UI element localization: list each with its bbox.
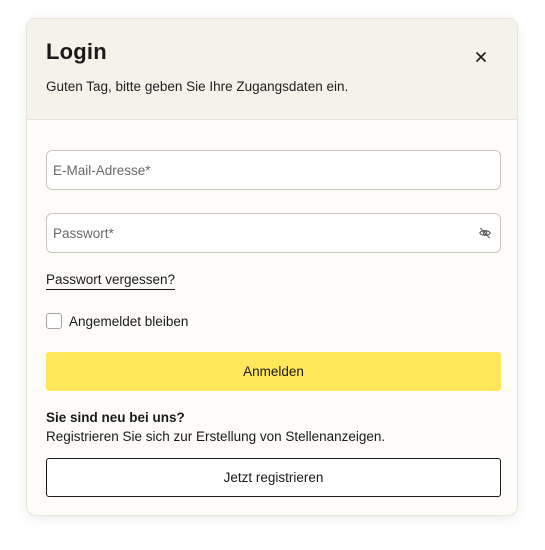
- register-button[interactable]: Jetzt registrieren: [46, 458, 501, 497]
- dialog-title: Login: [46, 39, 107, 64]
- email-field-wrapper: [46, 150, 501, 190]
- remember-me-checkbox[interactable]: [46, 313, 62, 329]
- register-heading: Sie sind neu bei uns?: [46, 410, 185, 425]
- forgot-password-link[interactable]: Passwort vergessen?: [46, 272, 176, 290]
- eye-off-icon: [479, 227, 491, 239]
- password-field-wrapper: [46, 213, 501, 253]
- email-input[interactable]: [47, 151, 500, 189]
- toggle-password-visibility-button[interactable]: [478, 226, 494, 242]
- close-button[interactable]: [473, 49, 489, 65]
- dialog-header: Login Guten Tag, bitte geben Sie Ihre Zu…: [27, 19, 517, 120]
- register-description: Registrieren Sie sich zur Erstellung von…: [46, 429, 386, 444]
- close-icon: [476, 52, 486, 62]
- dialog-subtitle: Guten Tag, bitte geben Sie Ihre Zugangsd…: [46, 79, 349, 94]
- login-dialog: Login Guten Tag, bitte geben Sie Ihre Zu…: [26, 18, 518, 516]
- remember-me-label: Angemeldet bleiben: [69, 313, 189, 329]
- password-input[interactable]: [47, 214, 500, 252]
- remember-me-option[interactable]: Angemeldet bleiben: [46, 313, 188, 329]
- login-button[interactable]: Anmelden: [46, 352, 501, 391]
